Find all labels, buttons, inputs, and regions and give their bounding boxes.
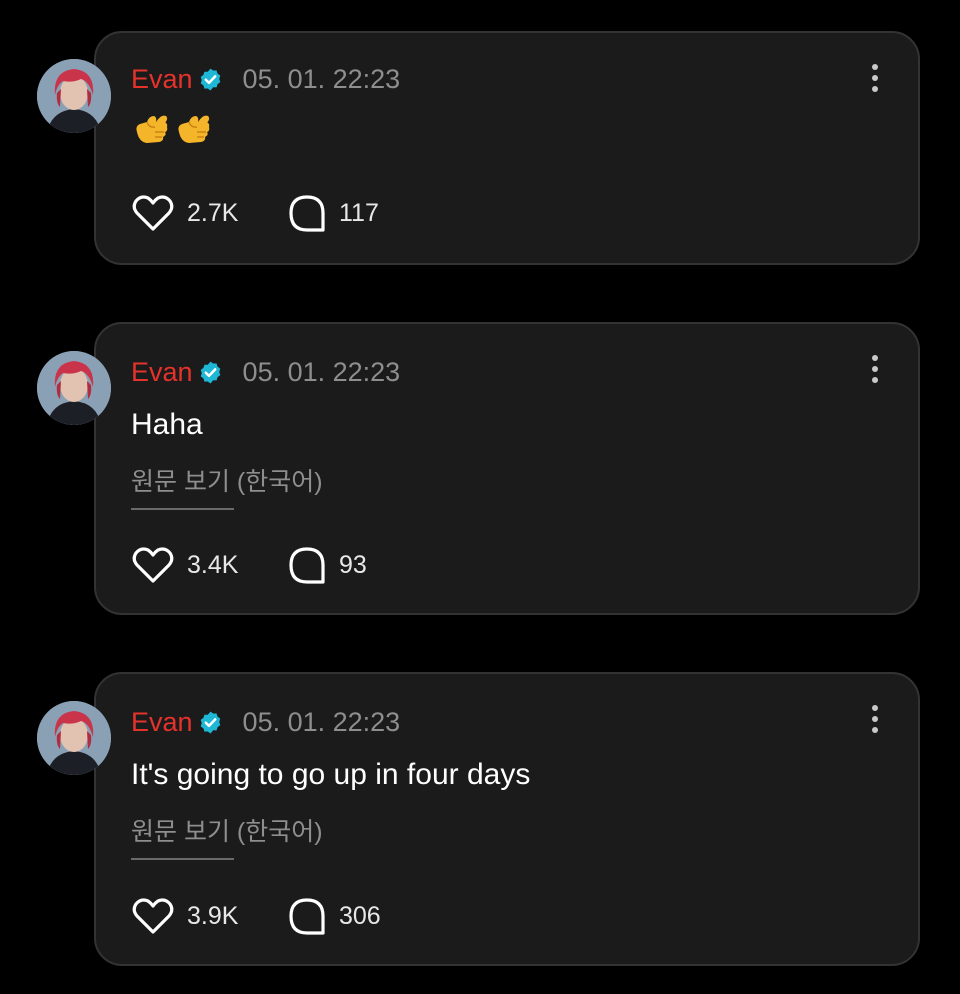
verified-badge-icon [198,67,223,92]
comment-count: 117 [339,199,379,227]
post-header: Evan 05. 01. 22:23 [131,62,400,96]
like-count: 3.4K [187,551,239,579]
ellipsis-dot [872,366,878,372]
call-me-hand-emoji [178,115,210,143]
avatar[interactable] [37,351,111,425]
view-original-link[interactable]: 원문 보기 (한국어) [131,466,323,510]
post-1: Evan 05. 01. 22:23 2.7K 117 [0,0,960,270]
speech-bubble-icon [289,898,325,935]
comment-button[interactable]: 93 [287,545,367,585]
heart-outline-icon [132,898,174,934]
post-timestamp: 05. 01. 22:23 [242,64,401,94]
post-actions: 2.7K 117 [131,193,379,233]
comment-count: 93 [339,551,367,579]
ellipsis-dot [872,86,878,92]
author-name[interactable]: Evan [131,62,193,96]
comment-count: 306 [339,902,381,930]
like-count: 3.9K [187,902,239,930]
like-button[interactable]: 2.7K [131,193,287,233]
comment-button[interactable]: 117 [287,193,379,233]
vertical-ellipsis-icon [872,64,878,70]
avatar[interactable] [37,59,111,133]
ellipsis-dot [872,377,878,383]
avatar[interactable] [37,701,111,775]
post-actions: 3.4K 93 [131,545,367,585]
like-count: 2.7K [187,199,239,227]
more-options-button[interactable] [862,61,888,95]
speech-bubble-icon [289,195,325,232]
post-actions: 3.9K 306 [131,896,381,936]
more-options-button[interactable] [862,702,888,736]
comment-button[interactable]: 306 [287,896,381,936]
ellipsis-dot [872,727,878,733]
like-button[interactable]: 3.9K [131,896,287,936]
heart-outline-icon [132,195,174,231]
call-me-hand-emoji [136,115,168,143]
heart-outline-icon [132,547,174,583]
ellipsis-dot [872,716,878,722]
vertical-ellipsis-icon [872,705,878,711]
like-button[interactable]: 3.4K [131,545,287,585]
speech-bubble-icon [289,547,325,584]
ellipsis-dot [872,75,878,81]
vertical-ellipsis-icon [872,355,878,361]
view-original-link[interactable]: 원문 보기 (한국어) [131,816,323,860]
post-emoji-content [131,110,213,150]
more-options-button[interactable] [862,352,888,386]
